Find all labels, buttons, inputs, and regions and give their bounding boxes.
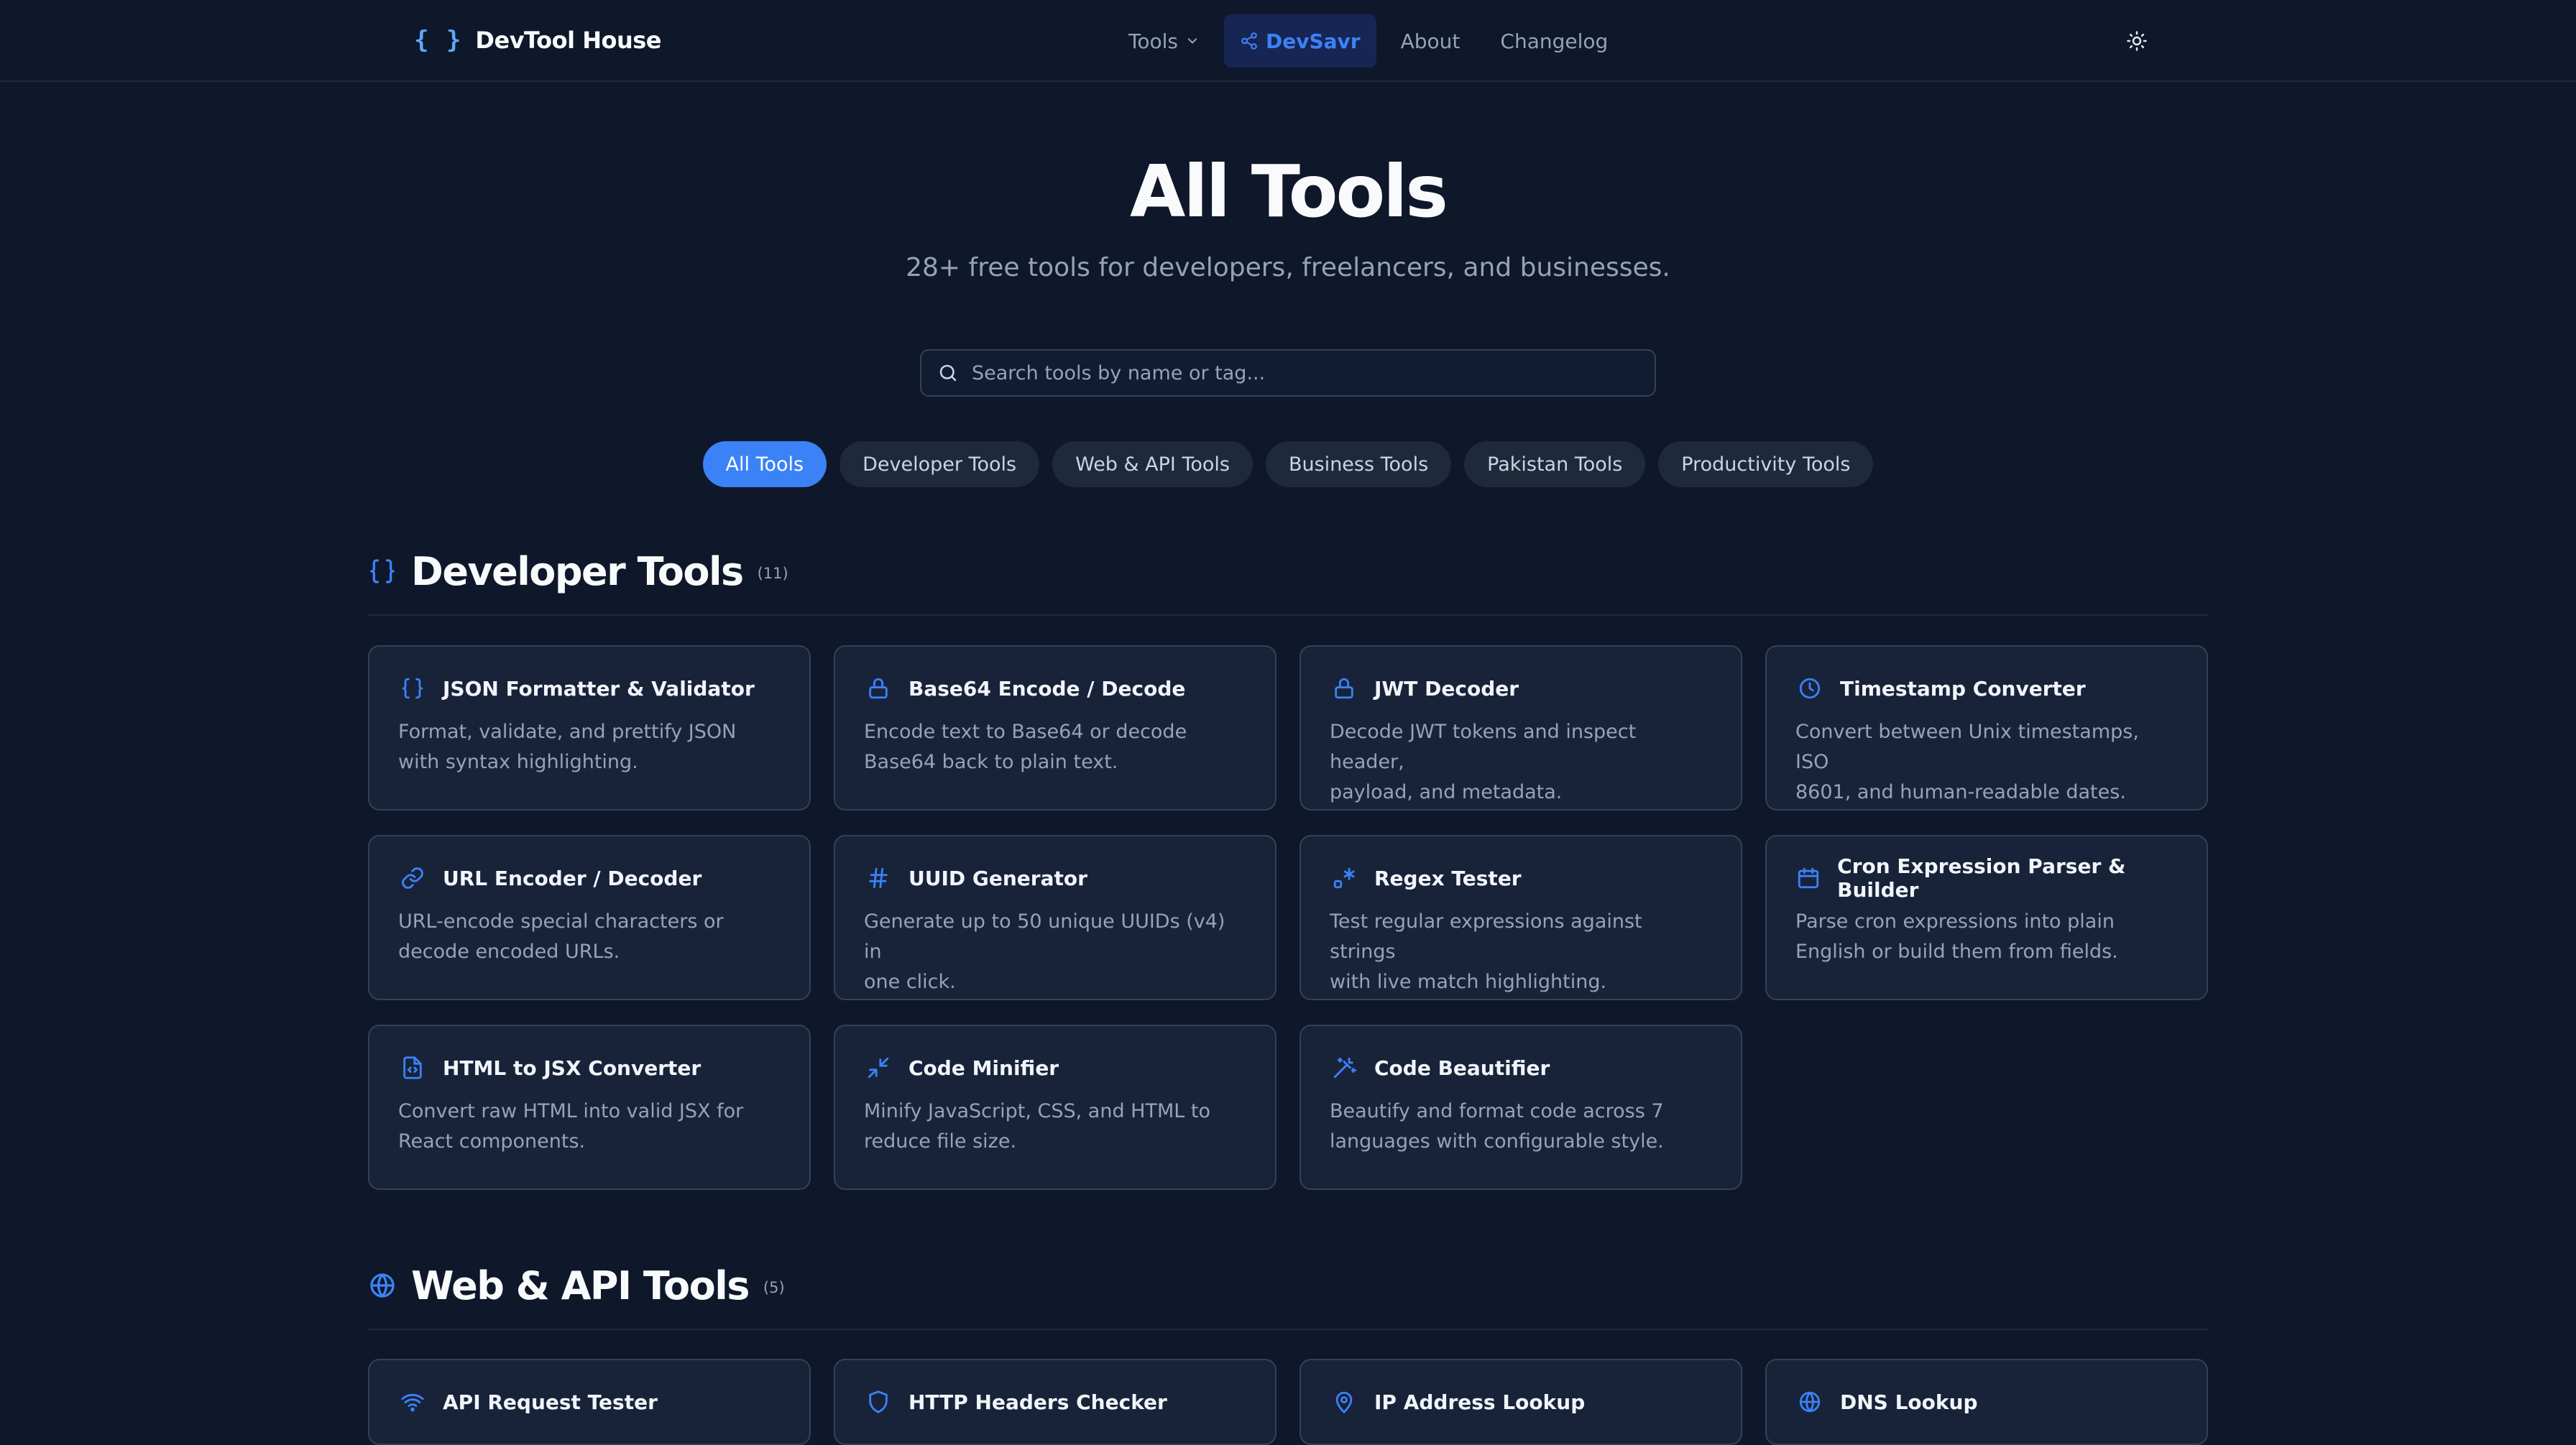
tool-description: Parse cron expressions into plain English…: [1795, 910, 2118, 963]
tool-name: HTML to JSX Converter: [443, 1056, 702, 1080]
tool-name: IP Address Lookup: [1374, 1390, 1586, 1414]
clock-icon: [1799, 678, 1821, 699]
section-divider: [368, 614, 2208, 616]
category-filters: All Tools Developer Tools Web & API Tool…: [0, 441, 2576, 487]
tool-name: Code Minifier: [908, 1056, 1059, 1080]
brand-link[interactable]: { } DevTool House: [414, 24, 661, 56]
tool-description: Encode text to Base64 or decode Base64 ba…: [864, 721, 1187, 773]
tool-name: URL Encoder / Decoder: [443, 866, 702, 890]
filter-web-api-tools[interactable]: Web & API Tools: [1052, 441, 1253, 487]
minimize-icon: [868, 1057, 889, 1079]
braces-icon: [370, 559, 395, 583]
tool-card-http-headers-checker[interactable]: HTTP Headers Checker: [834, 1359, 1276, 1445]
wand-icon: [1333, 1057, 1356, 1079]
tool-name: Code Beautifier: [1374, 1056, 1550, 1080]
tool-description: Convert between Unix timestamps, ISO 8601…: [1795, 721, 2139, 803]
tool-name: Cron Expression Parser & Builder: [1837, 854, 2126, 902]
tool-card-dns-lookup[interactable]: DNS Lookup: [1765, 1359, 2208, 1445]
tool-description: Format, validate, and prettify JSON with …: [398, 721, 737, 773]
tool-description: Generate up to 50 unique UUIDs (v4) in on…: [864, 910, 1225, 993]
shield-icon: [869, 1390, 888, 1413]
lock-icon: [1335, 678, 1353, 699]
web-api-tools-grid: API Request Tester HTTP Headers Checker …: [368, 1359, 2208, 1445]
tool-description: Decode JWT tokens and inspect header, pay…: [1330, 721, 1637, 803]
wifi-icon: [401, 1393, 424, 1412]
braces-logo-icon: { }: [414, 26, 463, 55]
page-title: All Tools: [1130, 149, 1448, 234]
filter-business-tools[interactable]: Business Tools: [1265, 441, 1452, 487]
nav-about[interactable]: About: [1385, 14, 1476, 68]
section-title: Web & API Tools: [411, 1262, 750, 1308]
filter-all-tools[interactable]: All Tools: [702, 441, 827, 487]
braces-icon: [402, 678, 423, 699]
map-pin-icon: [1335, 1391, 1353, 1414]
top-navigation-bar: { } DevTool House Tools DevSavr About Ch…: [0, 0, 2576, 82]
tool-card-url-encoder[interactable]: URL Encoder / Decoder URL-encode special…: [368, 835, 811, 1000]
tool-card-ip-address-lookup[interactable]: IP Address Lookup: [1300, 1359, 1742, 1445]
regex-icon: [1333, 867, 1355, 889]
web-api-tools-heading: Web & API Tools (5): [368, 1262, 785, 1308]
tool-card-api-request-tester[interactable]: API Request Tester: [368, 1359, 811, 1445]
main-nav: Tools DevSavr About Changelog: [1113, 14, 1624, 68]
theme-toggle-button[interactable]: [2122, 26, 2152, 56]
search-input[interactable]: [972, 361, 1633, 384]
tool-card-code-minifier[interactable]: Code Minifier Minify JavaScript, CSS, an…: [834, 1025, 1276, 1190]
hash-icon: [869, 867, 888, 889]
section-count: (5): [763, 1279, 785, 1296]
tool-card-jwt-decoder[interactable]: JWT Decoder Decode JWT tokens and inspec…: [1300, 645, 1742, 811]
brand-name: DevTool House: [475, 27, 661, 54]
chevron-down-icon: [1187, 38, 1197, 44]
tool-description: Minify JavaScript, CSS, and HTML to reduc…: [864, 1100, 1211, 1153]
search-icon: [939, 364, 957, 382]
tool-card-cron-parser[interactable]: Cron Expression Parser & Builder Parse c…: [1765, 835, 2208, 1000]
tool-card-html-to-jsx[interactable]: HTML to JSX Converter Convert raw HTML i…: [368, 1025, 811, 1190]
section-title: Developer Tools: [411, 548, 744, 594]
page-subtitle: 28+ free tools for developers, freelance…: [906, 253, 1670, 282]
tool-name: API Request Tester: [443, 1390, 658, 1414]
filter-developer-tools[interactable]: Developer Tools: [840, 441, 1040, 487]
tool-name: JSON Formatter & Validator: [443, 676, 755, 701]
file-code-icon: [403, 1056, 422, 1079]
tool-description: Beautify and format code across 7 languag…: [1330, 1100, 1664, 1153]
nav-devsavr-label: DevSavr: [1265, 29, 1361, 53]
developer-tools-grid: JSON Formatter & Validator Format, valid…: [368, 645, 2208, 1190]
tool-name: Regex Tester: [1374, 866, 1522, 890]
globe-icon: [370, 1273, 395, 1298]
calendar-icon: [1798, 867, 1819, 889]
tool-description: Test regular expressions against strings…: [1330, 910, 1642, 993]
sun-icon: [2127, 31, 2147, 51]
search-box: [920, 349, 1656, 397]
filter-productivity-tools[interactable]: Productivity Tools: [1658, 441, 1874, 487]
section-divider: [368, 1329, 2208, 1330]
tool-card-json-formatter[interactable]: JSON Formatter & Validator Format, valid…: [368, 645, 811, 811]
link-icon: [402, 867, 423, 889]
nav-devsavr[interactable]: DevSavr: [1223, 14, 1376, 68]
tool-card-timestamp-converter[interactable]: Timestamp Converter Convert between Unix…: [1765, 645, 2208, 811]
tool-name: UUID Generator: [908, 866, 1087, 890]
tool-name: Timestamp Converter: [1840, 676, 2086, 701]
nav-tools-dropdown[interactable]: Tools: [1113, 14, 1215, 68]
tool-card-base64[interactable]: Base64 Encode / Decode Encode text to Ba…: [834, 645, 1276, 811]
tool-card-code-beautifier[interactable]: Code Beautifier Beautify and format code…: [1300, 1025, 1742, 1190]
tool-description: URL-encode special characters or decode e…: [398, 910, 724, 963]
tool-name: Base64 Encode / Decode: [908, 676, 1186, 701]
globe-icon: [1799, 1391, 1821, 1413]
filter-pakistan-tools[interactable]: Pakistan Tools: [1464, 441, 1646, 487]
tool-name: DNS Lookup: [1840, 1390, 1978, 1414]
tool-name: JWT Decoder: [1374, 676, 1519, 701]
nav-tools-label: Tools: [1128, 29, 1178, 53]
lock-icon: [869, 678, 888, 699]
nav-changelog[interactable]: Changelog: [1484, 14, 1624, 68]
share-icon: [1241, 32, 1257, 50]
section-count: (11): [757, 565, 788, 582]
tool-description: Convert raw HTML into valid JSX for React…: [398, 1100, 744, 1153]
developer-tools-heading: Developer Tools (11): [368, 548, 788, 594]
tool-card-uuid-generator[interactable]: UUID Generator Generate up to 50 unique …: [834, 835, 1276, 1000]
tool-name: HTTP Headers Checker: [908, 1390, 1167, 1414]
tool-card-regex-tester[interactable]: Regex Tester Test regular expressions ag…: [1300, 835, 1742, 1000]
